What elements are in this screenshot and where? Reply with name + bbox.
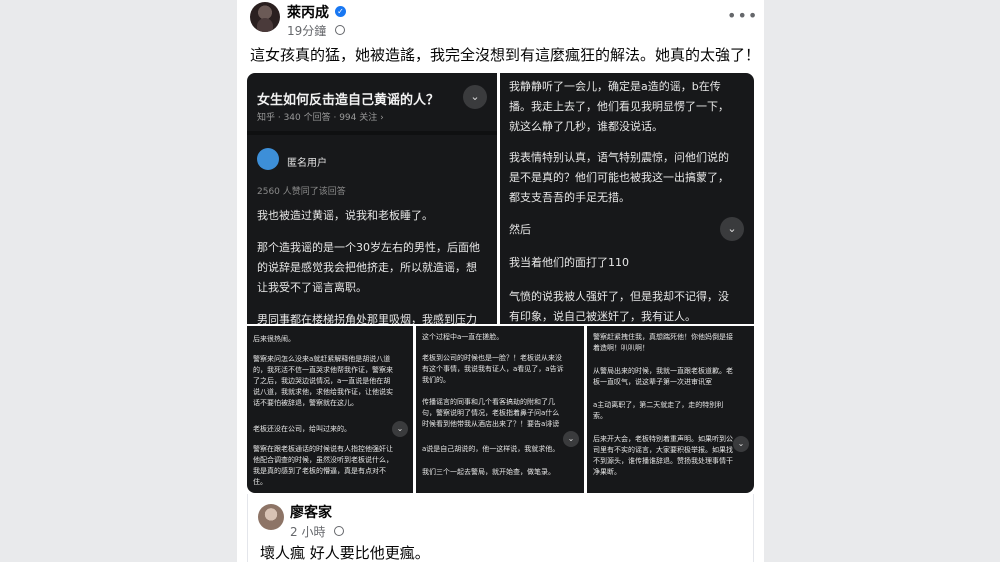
answer-line: 不到源头，谁传播谁辞退。赞扬我处理事情干 [593,457,733,465]
answer-line: 了之后，我边哭边说情况，a一直说是他在胡 [253,377,391,385]
answer-line: 从警局出来的时候，我就一直跟老板道歉。老 [593,367,733,375]
globe-icon [335,25,345,35]
globe-icon [334,526,344,536]
answer-line: 后来很热闹。 [253,335,295,343]
answer-line: 老板还没在公司，给叫过来的。 [253,425,351,433]
likes-count: 2560 人赞同了该回答 [257,187,346,197]
post-time[interactable]: 19分鐘 [287,22,326,39]
answer-line: 有这个事情，我说我有证人，a看见了，a告诉 [422,365,564,373]
answer-line: 气愤的说我被人强奸了，但是我却不记得，没 [509,290,729,303]
chevron-down-icon[interactable]: ⌄ [392,421,408,437]
answer-line: 住。 [253,478,267,486]
answer-line: 我当着他们的面打了110 [509,256,629,269]
answer-line: 都支支吾吾的手足无措。 [509,191,630,204]
commenter-avatar[interactable] [258,504,284,530]
answer-line: 的说辞是感觉我会把他挤走，所以就造谣，想 [257,261,477,274]
author-avatar[interactable] [250,2,280,32]
answer-line: 后来开大会，老板特别着重声明。如果听到公 [593,435,733,443]
answer-line: 他配合调查的时候，虽然没听到老板说什么， [253,456,393,464]
answer-line: a说是自己胡说的，他一这样说，我就求他。 [422,445,560,453]
left-margin [0,0,237,562]
answer-line: 就这么静了几秒，谁都没说话。 [509,120,663,133]
chevron-down-icon[interactable]: ⌄ [463,85,487,109]
screenshot-image-3[interactable]: 后来很热闹。 警察来问怎么没来a就赶紧解释他是胡说八道 的，我死活不信一直哭求他… [247,326,413,493]
answer-line: 传播谣言的同事和几个看客搞劫的附和了几 [422,398,555,406]
comment-time[interactable]: 2 小時 [290,523,325,540]
answer-line: 我们三个一起去警局，就开始查，做笔录。 [422,468,555,476]
answer-line: 是不是真的？他们可能也被我这一出搞蒙了， [509,171,729,184]
answer-line: 司里有不实的谣言，大家要积极举报。如果找 [593,446,733,454]
answer-line: 老板到公司的时候也是一脸？！老板说从来没 [422,354,562,362]
answer-line: 警察在跟老板通话的时候说有人指控他强奸让 [253,445,393,453]
answer-line: 句，警察说明了情况，老板指着鼻子问a什么 [422,409,560,417]
chevron-down-icon[interactable]: ⌄ [733,436,749,452]
answer-line: 说八道，我就求他，求他给我作证，让他说实 [253,388,393,396]
anon-user-icon [257,148,279,170]
answer-line: 我静静听了一会儿，确定是a造的谣，b在传 [509,80,721,93]
comment-text: 壞人瘋 好人要比他更瘋。 [260,544,430,562]
answer-line: 有印象，说自己被迷奸了，我有证人。 [509,310,696,323]
answer-line: 板一直叹气，说这辈子第一次进审讯室 [593,378,712,386]
answer-line: 我表情特别认真，语气特别震惊，问他们说的 [509,151,729,164]
anon-user-name: 匿名用户 [287,158,327,169]
answer-line: 男同事都在楼梯拐角处那里吸烟，我感到压力 [257,313,477,324]
screenshot-image-2[interactable]: 我静静听了一会儿，确定是a造的谣，b在传 播。我走上去了，他们看见我明显愣了一下… [500,73,754,324]
answer-line: 播。我走上去了，他们看见我明显愣了一下， [509,100,729,113]
right-margin [764,0,1000,562]
answer-line: 我是真的感到了老板的懵逼，真是有点对不 [253,467,386,475]
answer-line: 索。 [593,412,607,420]
screenshot-image-5[interactable]: 警察赶紧拽住我，真想踹死他！你他妈倒是接 着造啊！叭叭啊！ 从警局出来的时候，我… [587,326,754,493]
verified-badge-icon: ✓ [335,6,346,17]
answer-line: 话不要怕被辞退，警察就在这儿。 [253,399,358,407]
answer-line: 那个造我谣的是一个30岁左右的男性，后面他 [257,241,480,254]
question-title: 女生如何反击造自己黄谣的人？ [257,93,440,108]
chevron-down-icon[interactable]: ⌄ [720,217,744,241]
post-caption: 這女孩真的猛，她被造謠，我完全沒想到有這麼瘋狂的解法。她真的太強了！ [250,46,761,64]
answer-line: 净果断。 [593,468,621,476]
more-icon[interactable]: ••• [727,6,758,25]
facebook-post: 萊丙成 ✓ 19分鐘 ••• 這女孩真的猛，她被造謠，我完全沒想到有這麼瘋狂的解… [237,0,764,562]
answer-line: 着造啊！叭叭啊！ [593,344,649,352]
answer-line: 让我受不了谣言离职。 [257,281,367,294]
screenshot-image-1[interactable]: 女生如何反击造自己黄谣的人？ ⌄ 知乎 · 340 个回答 · 994 关注 ›… [247,73,497,324]
comment: 廖客家 2 小時 壞人瘋 好人要比他更瘋。 [247,494,754,562]
chevron-down-icon[interactable]: ⌄ [563,431,579,447]
screenshot-image-4[interactable]: 这个过程中a一直在搓脸。 老板到公司的时候也是一脸？！老板说从来没 有这个事情，… [416,326,584,493]
answer-line: 警察来问怎么没来a就赶紧解释他是胡说八道 [253,355,391,363]
author-name[interactable]: 萊丙成 [287,2,329,22]
answer-line: 的，我死活不信一直哭求他帮我作证，警察来 [253,366,393,374]
answer-line: 我也被造过黄谣，说我和老板睡了。 [257,209,433,222]
answer-line: 我们的。 [422,376,450,384]
answer-line: 警察赶紧拽住我，真想踹死他！你他妈倒是接 [593,333,733,341]
media-grid: 女生如何反击造自己黄谣的人？ ⌄ 知乎 · 340 个回答 · 994 关注 ›… [247,73,754,493]
answer-line: a主动离职了，第二天就走了，走的特别利 [593,401,724,409]
answer-line: 这个过程中a一直在搓脸。 [422,333,504,341]
question-meta: 知乎 · 340 个回答 · 994 关注 › [257,113,384,123]
answer-line: 然后 [509,223,531,236]
answer-line: 时候看到他带我从酒店出来了？！要告a诽谤 [422,420,560,428]
commenter-name[interactable]: 廖客家 [290,502,332,522]
